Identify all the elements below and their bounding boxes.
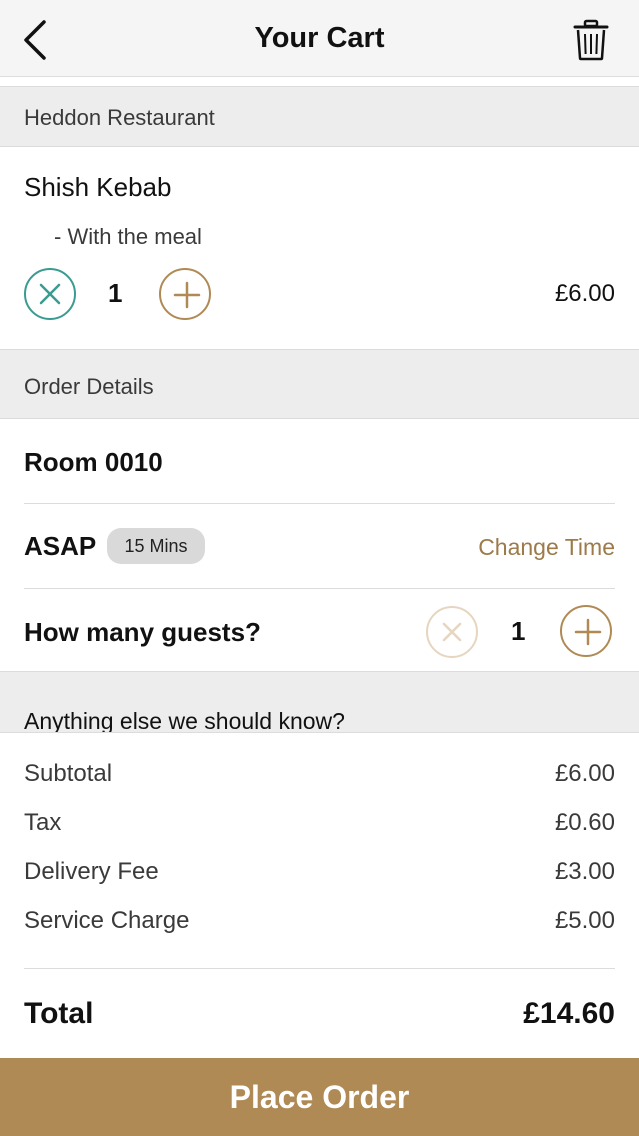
notes-prompt: Anything else we should know? [24, 708, 345, 733]
cart-item-modifier: - With the meal [54, 224, 202, 249]
total-value: £14.60 [523, 997, 615, 1030]
cart-item-name: Shish Kebab [24, 172, 172, 202]
order-details-header: Order Details [0, 349, 639, 419]
decrease-guests-button[interactable] [426, 606, 478, 658]
top-bar: Your Cart [0, 0, 639, 77]
summary-label: Service Charge [24, 907, 190, 934]
notes-section[interactable]: Anything else we should know? [0, 671, 639, 733]
divider [24, 588, 615, 589]
restaurant-header: Heddon Restaurant [0, 86, 639, 147]
room-number: Room 0010 [24, 447, 163, 477]
guests-count: 1 [511, 616, 526, 646]
summary-label: Tax [24, 809, 62, 836]
clear-cart-button[interactable] [571, 18, 611, 62]
guests-label: How many guests? [24, 617, 261, 647]
summary-value: £3.00 [554, 858, 615, 885]
delivery-timing: ASAP [24, 531, 97, 561]
increase-item-button[interactable] [159, 268, 211, 320]
item-quantity: 1 [108, 278, 123, 308]
trash-icon [573, 19, 609, 61]
item-price: £6.00 [554, 280, 615, 307]
close-icon [39, 283, 61, 305]
summary-value: £6.00 [554, 760, 615, 787]
summary-label: Delivery Fee [24, 858, 159, 885]
page-title: Your Cart [254, 22, 385, 54]
divider [24, 968, 615, 969]
summary-value: £5.00 [554, 907, 615, 934]
close-icon [442, 622, 462, 642]
total-label: Total [24, 997, 94, 1030]
restaurant-name: Heddon Restaurant [24, 105, 215, 130]
plus-icon [173, 281, 201, 309]
place-order-button[interactable]: Place Order [0, 1058, 639, 1136]
change-time-link[interactable]: Change Time [478, 534, 615, 561]
eta-badge: 15 Mins [107, 528, 205, 564]
increase-guests-button[interactable] [560, 605, 612, 657]
summary-value: £0.60 [554, 809, 615, 836]
divider [24, 503, 615, 504]
order-details-title: Order Details [24, 374, 154, 399]
summary-label: Subtotal [24, 760, 113, 787]
plus-icon [574, 618, 602, 646]
remove-item-button[interactable] [24, 268, 76, 320]
